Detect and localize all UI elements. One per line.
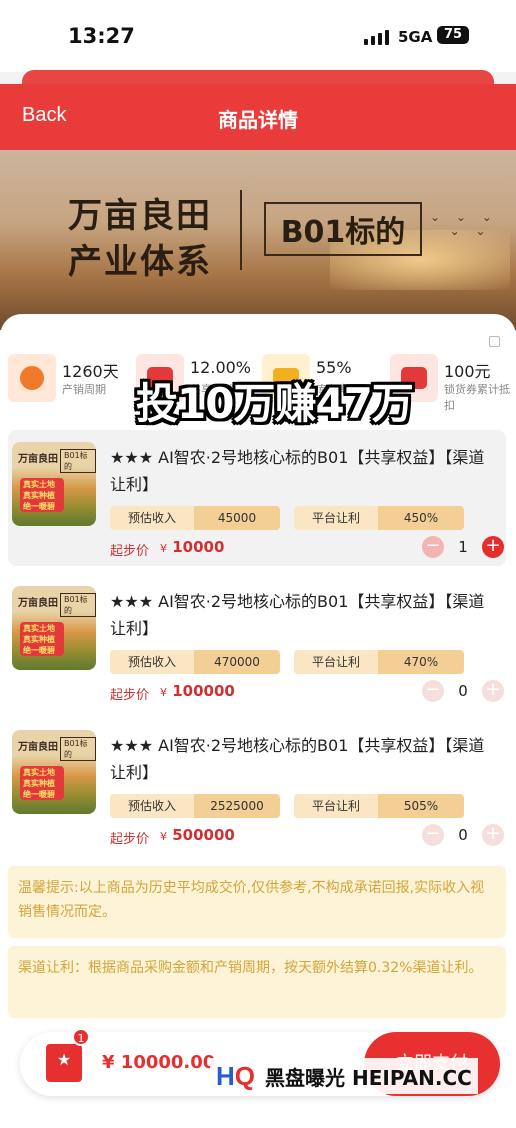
decrease-button[interactable]: − [422,536,444,558]
total-amount: ¥ 10000.00 [102,1052,216,1073]
select-checkbox[interactable] [489,336,500,347]
rate-label: 平台让利 [311,511,360,525]
thumb-title: 万亩良田 [18,454,58,465]
watermark: HQ 黑盘曝光 HEIPAN.CC [210,1058,478,1094]
product-title: ★★★ AI智农·2号地核心标的B01【共享权益】【渠道让利】 [110,448,485,494]
status-time: 13:27 [68,24,135,48]
rate-value: 505% [378,794,464,818]
product-title: ★★★ AI智农·2号地核心标的B01【共享权益】【渠道让利】 [110,736,485,782]
thumb-badge: B01标的 [60,593,96,617]
price-value: ¥ 10000 [160,538,224,556]
banner-title-line1: 万亩良田 [68,196,212,236]
price-value: ¥ 100000 [160,682,235,700]
stat-label: 锁货券累计抵扣 [444,383,510,412]
hero-banner: 万亩良田 产业体系 B01标的 ⌄ ⌄ ⌄ ⌄ ⌄ [0,150,516,330]
thumb-badge: B01标的 [60,737,96,761]
income-pill: 预估收入 45000 [110,506,280,530]
stat-value: 100元 [444,362,491,381]
cart-icon[interactable]: ★ [46,1044,82,1082]
decrease-button[interactable]: − [422,824,444,846]
quantity-value[interactable]: 0 [448,824,478,846]
income-value: 45000 [194,506,280,530]
rate-pill: 平台让利 470% [294,650,464,674]
rate-label: 平台让利 [311,799,360,813]
currency-symbol: ¥ [160,830,167,843]
rate-value: 450% [378,506,464,530]
price-amount: 100000 [172,682,235,700]
thumb-sticker: 真实土地 真实种植 绝一暖碧 [20,622,64,656]
thumb-badge: B01标的 [60,449,96,473]
product-thumbnail: 万亩良田 B01标的 真实土地 真实种植 绝一暖碧 [12,586,96,670]
income-label: 预估收入 [127,511,176,525]
income-label: 预估收入 [127,799,176,813]
thumb-title: 万亩良田 [18,742,58,753]
increase-button[interactable]: + [482,824,504,846]
cart-badge: 1 [72,1028,90,1046]
price-label: 起步价 [110,832,150,847]
price-amount: 10000 [172,538,225,556]
channel-notice: 渠道让利：根据商品采购金额和产销周期，按天额外结算0.32%渠道让利。 [8,946,506,1018]
product-thumbnail: 万亩良田 B01标的 真实土地 真实种植 绝一暖碧 [12,442,96,526]
thumb-sticker: 真实土地 真实种植 绝一暖碧 [20,478,64,512]
price-label: 起步价 [110,688,150,703]
thumb-title: 万亩良田 [18,598,58,609]
income-pill: 预估收入 470000 [110,650,280,674]
page-title: 商品详情 [218,108,298,132]
rate-label: 平台让利 [311,655,360,669]
increase-button[interactable]: + [482,680,504,702]
price-label: 起步价 [110,544,150,559]
currency-symbol: ¥ [160,686,167,699]
rate-value: 470% [378,650,464,674]
product-thumbnail: 万亩良田 B01标的 真实土地 真实种植 绝一暖碧 [12,730,96,814]
clock-icon [8,354,56,402]
income-pill: 预估收入 2525000 [110,794,280,818]
price-amount: 500000 [172,826,235,844]
decrease-button[interactable]: − [422,680,444,702]
battery-icon: 75 [437,26,469,44]
product-item[interactable]: 万亩良田 B01标的 真实土地 真实种植 绝一暖碧 ★★★ AI智农·2号地核心… [8,574,506,710]
income-value: 470000 [194,650,280,674]
banner-title-line2: 产业体系 [68,242,212,282]
disclaimer-notice: 温馨提示:以上商品为历史平均成交价,仅供参考,不构成承诺回报,实际收入视销售情况… [8,866,506,938]
network-type: 5GA [398,28,433,46]
watermark-logo: HQ [216,1061,255,1092]
product-title: ★★★ AI智农·2号地核心标的B01【共享权益】【渠道让利】 [110,592,485,638]
price-value: ¥ 500000 [160,826,235,844]
income-label: 预估收入 [127,655,176,669]
nav-header: Back 商品详情 [0,84,516,150]
increase-button[interactable]: + [482,536,504,558]
content-card: 1260天 产销周期 12.00% 共享权益 55% 库存率 100元 锁货券累… [0,314,516,1128]
watermark-text: 黑盘曝光 HEIPAN.CC [265,1065,472,1090]
logo-letter-h: H [216,1060,235,1091]
product-item[interactable]: 万亩良田 B01标的 真实土地 真实种植 绝一暖碧 ★★★ AI智农·2号地核心… [8,718,506,854]
thumb-sticker: 真实土地 真实种植 绝一暖碧 [20,766,64,800]
stat-label: 产销周期 [62,383,106,396]
banner-badge: B01标的 [264,202,422,256]
rate-pill: 平台让利 450% [294,506,464,530]
quantity-value[interactable]: 1 [448,536,478,558]
quantity-value[interactable]: 0 [448,680,478,702]
signal-icon [364,30,389,45]
logo-letter-q: Q [234,1060,256,1091]
banner-divider [240,190,242,270]
rate-pill: 平台让利 505% [294,794,464,818]
birds-icon: ⌄ ⌄ ⌄ ⌄ ⌄ [430,210,498,238]
currency-symbol: ¥ [160,542,167,555]
status-bar: 13:27 5GA 75 [0,0,516,72]
income-value: 2525000 [194,794,280,818]
overlay-caption: 投10万赚47万 [136,379,414,428]
stat-value: 1260天 [62,362,119,381]
product-item[interactable]: 万亩良田 B01标的 真实土地 真实种植 绝一暖碧 ★★★ AI智农·2号地核心… [8,430,506,566]
